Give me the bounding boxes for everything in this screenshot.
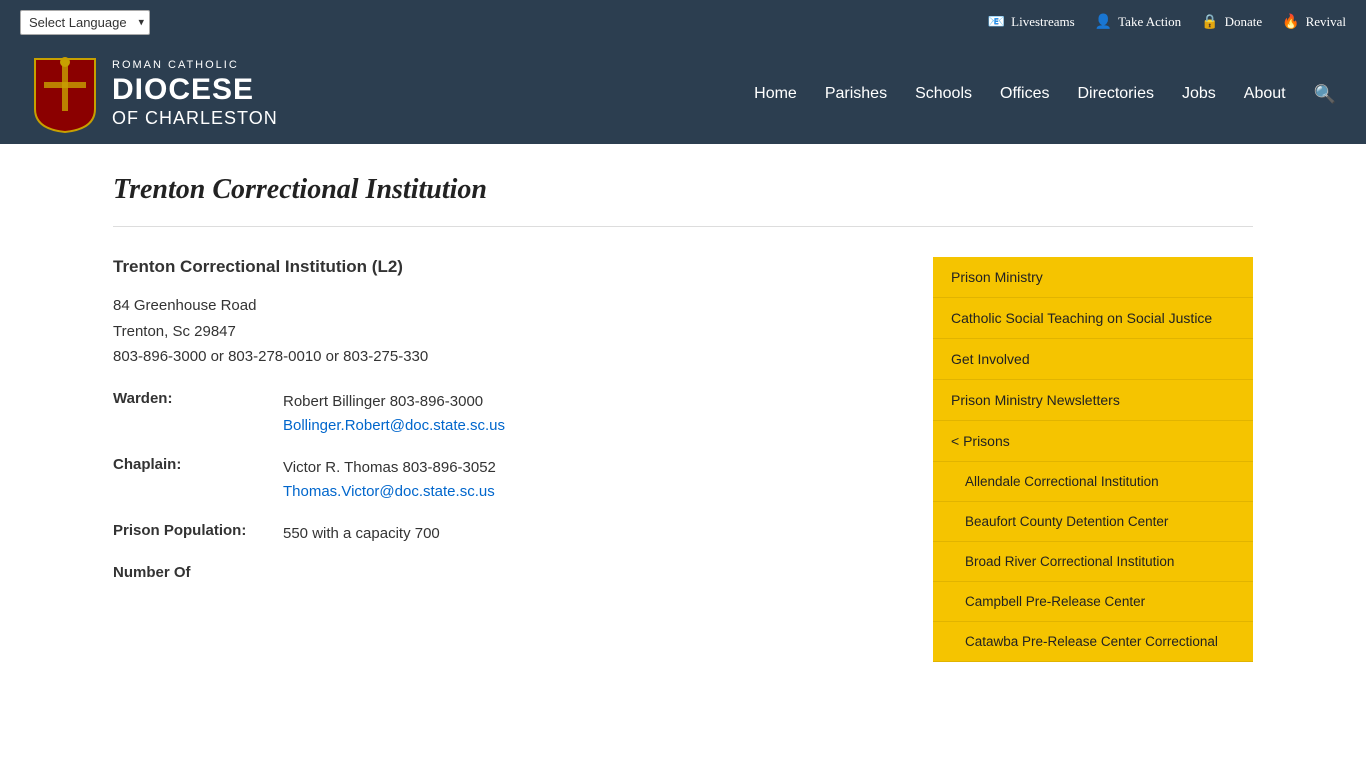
warden-label: Warden: — [113, 390, 283, 438]
language-selector-wrapper[interactable]: Select Language — [20, 10, 150, 35]
nav-directories[interactable]: Directories — [1078, 85, 1154, 103]
sidebar-menu: Prison Ministry Catholic Social Teaching… — [933, 257, 1253, 662]
sidebar-catholic-social[interactable]: Catholic Social Teaching on Social Justi… — [933, 298, 1253, 339]
sidebar: Prison Ministry Catholic Social Teaching… — [933, 257, 1253, 662]
chaplain-row: Chaplain: Victor R. Thomas 803-896-3052 … — [113, 456, 893, 504]
population-value: 550 with a capacity 700 — [283, 522, 440, 546]
donate-link[interactable]: 🔒 Donate — [1201, 14, 1262, 31]
search-button[interactable]: 🔍 — [1314, 84, 1336, 105]
sidebar-prisons-parent[interactable]: < Prisons — [933, 421, 1253, 462]
top-bar-right: 📧 Livestreams 👤 Take Action 🔒 Donate 🔥 R… — [988, 14, 1346, 31]
sidebar-get-involved[interactable]: Get Involved — [933, 339, 1253, 380]
page-title: Trenton Correctional Institution — [113, 174, 1253, 206]
livestreams-link[interactable]: 📧 Livestreams — [988, 14, 1075, 31]
warden-name: Robert Billinger 803-896-3000 — [283, 390, 505, 414]
logo-of-charleston: OF CHARLESTON — [112, 108, 278, 130]
revival-label: Revival — [1306, 14, 1346, 30]
population-row: Prison Population: 550 with a capacity 7… — [113, 522, 893, 546]
logo-text: ROMAN CATHOLIC DIOCESE OF CHARLESTON — [112, 59, 278, 130]
logo-roman-catholic: ROMAN CATHOLIC — [112, 59, 278, 72]
logo[interactable]: ROMAN CATHOLIC DIOCESE OF CHARLESTON — [30, 54, 278, 134]
sidebar-catawba[interactable]: Catawba Pre-Release Center Correctional — [933, 622, 1253, 662]
nav-parishes[interactable]: Parishes — [825, 85, 887, 103]
main-nav: Home Parishes Schools Offices Directorie… — [754, 84, 1336, 105]
donate-label: Donate — [1225, 14, 1263, 30]
take-action-label: Take Action — [1118, 14, 1181, 30]
address-line1: 84 Greenhouse Road — [113, 293, 893, 319]
address-block: 84 Greenhouse Road Trenton, Sc 29847 803… — [113, 293, 893, 370]
chaplain-label: Chaplain: — [113, 456, 283, 504]
revival-icon: 🔥 — [1282, 14, 1299, 31]
warden-email[interactable]: Bollinger.Robert@doc.state.sc.us — [283, 414, 505, 438]
sidebar-allendale[interactable]: Allendale Correctional Institution — [933, 462, 1253, 502]
donate-icon: 🔒 — [1201, 14, 1218, 31]
warden-value: Robert Billinger 803-896-3000 Bollinger.… — [283, 390, 505, 438]
take-action-icon: 👤 — [1095, 14, 1112, 31]
chaplain-name: Victor R. Thomas 803-896-3052 — [283, 456, 496, 480]
sidebar-campbell[interactable]: Campbell Pre-Release Center — [933, 582, 1253, 622]
warden-row: Warden: Robert Billinger 803-896-3000 Bo… — [113, 390, 893, 438]
sidebar-beaufort[interactable]: Beaufort County Detention Center — [933, 502, 1253, 542]
take-action-link[interactable]: 👤 Take Action — [1095, 14, 1181, 31]
chaplain-email[interactable]: Thomas.Victor@doc.state.sc.us — [283, 480, 496, 504]
nav-about[interactable]: About — [1244, 85, 1286, 103]
content-layout: Trenton Correctional Institution (L2) 84… — [113, 257, 1253, 662]
page-content: Trenton Correctional Institution Trenton… — [83, 144, 1283, 712]
revival-link[interactable]: 🔥 Revival — [1282, 14, 1346, 31]
phones: 803-896-3000 or 803-278-0010 or 803-275-… — [113, 344, 893, 370]
sidebar-newsletters[interactable]: Prison Ministry Newsletters — [933, 380, 1253, 421]
logo-diocese: DIOCESE — [112, 72, 278, 108]
top-bar: Select Language 📧 Livestreams 👤 Take Act… — [0, 0, 1366, 44]
sidebar-prison-ministry[interactable]: Prison Ministry — [933, 257, 1253, 298]
population-label: Prison Population: — [113, 522, 283, 546]
nav-schools[interactable]: Schools — [915, 85, 972, 103]
main-content: Trenton Correctional Institution (L2) 84… — [113, 257, 893, 599]
sidebar-broad-river[interactable]: Broad River Correctional Institution — [933, 542, 1253, 582]
chaplain-value: Victor R. Thomas 803-896-3052 Thomas.Vic… — [283, 456, 496, 504]
institution-name: Trenton Correctional Institution (L2) — [113, 257, 893, 277]
nav-offices[interactable]: Offices — [1000, 85, 1050, 103]
number-of-label: Number Of — [113, 564, 283, 581]
logo-shield-icon — [30, 54, 100, 134]
site-header: ROMAN CATHOLIC DIOCESE OF CHARLESTON Hom… — [0, 44, 1366, 144]
livestreams-icon: 📧 — [988, 14, 1005, 31]
livestreams-label: Livestreams — [1011, 14, 1075, 30]
language-select[interactable]: Select Language — [20, 10, 150, 35]
address-line2: Trenton, Sc 29847 — [113, 319, 893, 345]
number-of-row: Number Of — [113, 564, 893, 581]
top-bar-left: Select Language — [20, 10, 150, 35]
detail-table: Warden: Robert Billinger 803-896-3000 Bo… — [113, 390, 893, 581]
nav-jobs[interactable]: Jobs — [1182, 85, 1216, 103]
page-title-section: Trenton Correctional Institution — [113, 174, 1253, 227]
nav-home[interactable]: Home — [754, 85, 797, 103]
